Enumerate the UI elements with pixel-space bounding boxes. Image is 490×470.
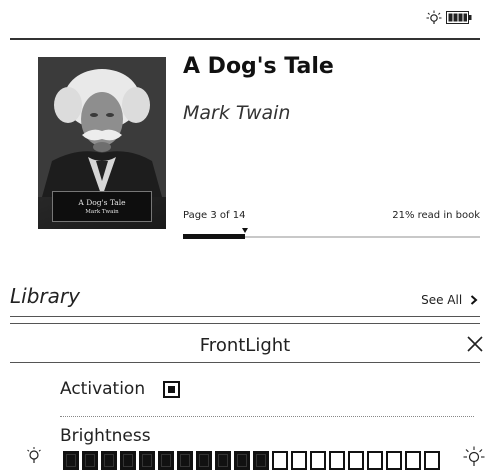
- brightness-step[interactable]: [234, 451, 250, 470]
- percent-read: 21% read in book: [392, 210, 480, 221]
- settings-divider: [60, 416, 474, 417]
- brightness-step[interactable]: [367, 451, 383, 470]
- brightness-step[interactable]: [139, 451, 155, 470]
- top-divider: [10, 38, 480, 40]
- brightness-slider[interactable]: [63, 451, 443, 470]
- status-bar: [0, 0, 490, 38]
- lightbulb-icon[interactable]: [426, 10, 442, 26]
- reading-progress-fill: [183, 234, 245, 239]
- brightness-step[interactable]: [272, 451, 288, 470]
- activation-checkbox[interactable]: [163, 381, 180, 398]
- lightbulb-off-icon[interactable]: [25, 446, 43, 468]
- cover-title: A Dog's Tale: [78, 198, 126, 207]
- brightness-step[interactable]: [329, 451, 345, 470]
- brightness-step[interactable]: [215, 451, 231, 470]
- author-portrait: [38, 57, 166, 197]
- brightness-step[interactable]: [291, 451, 307, 470]
- brightness-step[interactable]: [158, 451, 174, 470]
- brightness-step[interactable]: [424, 451, 440, 470]
- close-icon[interactable]: [466, 334, 484, 354]
- brightness-step[interactable]: [310, 451, 326, 470]
- cover-author: Mark Twain: [85, 209, 119, 215]
- book-cover[interactable]: A Dog's Tale Mark Twain: [38, 57, 166, 229]
- lightbulb-on-icon[interactable]: [463, 446, 485, 470]
- see-all-link[interactable]: See All: [421, 293, 478, 307]
- battery-icon: [446, 11, 472, 24]
- activation-label: Activation: [60, 379, 146, 399]
- activation-checkbox-fill: [168, 386, 175, 393]
- library-heading[interactable]: Library: [10, 284, 80, 308]
- brightness-step[interactable]: [196, 451, 212, 470]
- brightness-step[interactable]: [82, 451, 98, 470]
- frontlight-title: FrontLight: [199, 335, 291, 356]
- library-divider: [10, 316, 480, 317]
- brightness-step[interactable]: [348, 451, 364, 470]
- panel-header-divider: [10, 362, 480, 363]
- brightness-step[interactable]: [101, 451, 117, 470]
- brightness-step[interactable]: [63, 451, 79, 470]
- chevron-right-icon: [470, 295, 478, 305]
- panel-top-border: [10, 323, 480, 324]
- brightness-step[interactable]: [405, 451, 421, 470]
- page-indicator: Page 3 of 14: [183, 210, 246, 221]
- reading-progress-marker: [242, 228, 248, 233]
- book-author: Mark Twain: [183, 102, 291, 124]
- cover-title-box: A Dog's Tale Mark Twain: [52, 191, 152, 222]
- brightness-step[interactable]: [177, 451, 193, 470]
- brightness-step[interactable]: [120, 451, 136, 470]
- brightness-step[interactable]: [253, 451, 269, 470]
- see-all-label: See All: [421, 293, 463, 307]
- brightness-label: Brightness: [60, 426, 151, 446]
- book-title[interactable]: A Dog's Tale: [183, 54, 334, 79]
- brightness-step[interactable]: [386, 451, 402, 470]
